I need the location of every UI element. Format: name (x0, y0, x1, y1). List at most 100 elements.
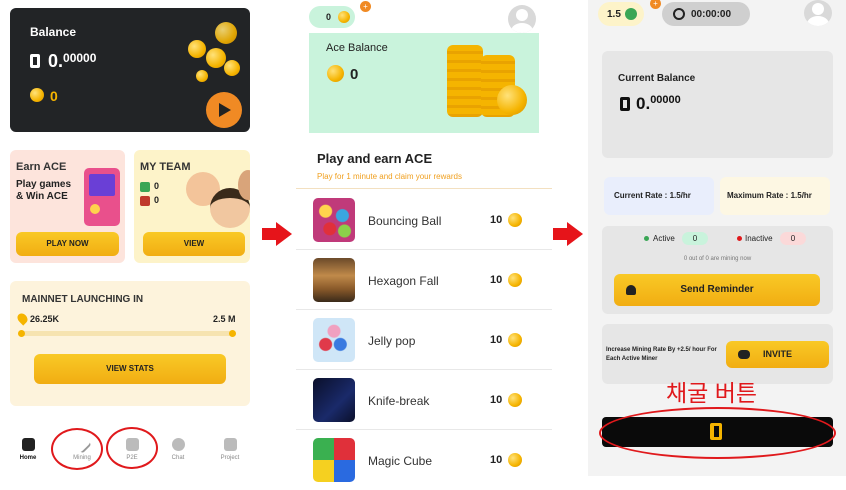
active-dot-icon (644, 236, 649, 241)
invite-button[interactable]: INVITE (726, 341, 829, 368)
game-row[interactable]: Bouncing Ball 10 (296, 190, 552, 250)
game-reward: 10 (490, 454, 503, 466)
coin-icon (508, 273, 522, 287)
chat-icon (171, 438, 185, 451)
send-reminder-button[interactable]: Send Reminder (614, 274, 820, 306)
play-earn-subheading: Play for 1 minute and claim your rewards (317, 172, 462, 181)
send-reminder-label: Send Reminder (680, 284, 754, 295)
view-stats-button[interactable]: VIEW STATS (34, 354, 226, 384)
game-thumbnail (313, 378, 355, 422)
play-earn-heading: Play and earn ACE (317, 151, 433, 166)
maximum-rate-card: Maximum Rate : 1.5/hr (720, 177, 830, 215)
document-icon (223, 438, 237, 451)
game-row[interactable]: Jelly pop 10 (296, 310, 552, 370)
game-thumbnail (313, 438, 355, 482)
flow-arrow (553, 222, 583, 246)
play-now-button[interactable]: PLAY NOW (16, 232, 119, 256)
rate-pill[interactable]: 1.5 + (598, 0, 661, 26)
game-row[interactable]: Magic Cube 10 (296, 430, 552, 490)
inactive-label: Inactive (745, 234, 773, 243)
mining-now-text: 0 out of 0 are mining now (683, 256, 752, 262)
game-row[interactable]: Hexagon Fall 10 (296, 250, 552, 310)
earn-ace-title: Earn ACE (16, 161, 67, 173)
team-count-b: 0 (154, 195, 160, 205)
inactive-dot-icon (737, 236, 742, 241)
earn-ace-card: Earn ACE Play games & Win ACE PLAY NOW (10, 150, 125, 263)
current-balance-card: Current Balance 0.00000 (602, 51, 833, 158)
mainnet-card: MAINNET LAUNCHING IN 26.25K 2.5 M VIEW S… (10, 281, 250, 406)
clock-icon (673, 8, 685, 20)
my-team-card: MY TEAM 0 0 VIEW (134, 150, 250, 263)
avatar[interactable] (804, 0, 832, 26)
mining-screen: 1.5 + 00:00:00 Current Balance 0.00000 C… (588, 0, 846, 476)
my-team-title: MY TEAM (140, 161, 191, 173)
highlight-ring-p2e (106, 427, 158, 469)
ace-count-pill[interactable]: 0 + (309, 1, 371, 28)
earn-ace-line2: & Win ACE (16, 191, 68, 202)
coin-icon (508, 213, 522, 227)
add-icon[interactable]: + (360, 1, 371, 12)
coin-icon (196, 70, 208, 82)
nav-home[interactable]: Home (8, 430, 48, 461)
bell-icon (626, 285, 636, 295)
inactive-shield-icon (140, 196, 150, 206)
ace-logo-icon (620, 97, 630, 111)
view-team-button[interactable]: VIEW (143, 232, 245, 256)
balance-card: Balance 0.00000 0 (10, 8, 250, 132)
timer-value: 00:00:00 (691, 9, 732, 20)
mainnet-title: MAINNET LAUNCHING IN (22, 294, 144, 305)
coin-icon (508, 393, 522, 407)
coin-balance: 0 (50, 88, 58, 104)
nav-chat[interactable]: Chat (158, 430, 198, 461)
mainnet-target: 2.5 M (213, 314, 236, 324)
highlight-ring-mining-button (599, 407, 836, 459)
coin-icon (508, 453, 522, 467)
rate-badge-value: 1.5 (607, 9, 621, 20)
game-name: Knife-break (368, 394, 430, 408)
current-rate-card: Current Rate : 1.5/hr (604, 177, 714, 215)
flow-arrow (262, 222, 292, 246)
coin-icon (338, 11, 350, 23)
avatar[interactable] (508, 5, 536, 33)
balance-title: Balance (30, 25, 77, 39)
balance-amount: 0.00000 (48, 51, 97, 71)
mainnet-current: 26.25K (30, 314, 60, 324)
nav-project[interactable]: Project (210, 430, 250, 461)
current-balance-title: Current Balance (618, 73, 696, 84)
bolt-icon (625, 8, 637, 20)
highlight-ring-mining (51, 428, 103, 470)
game-reward: 10 (490, 274, 503, 286)
coin-icon (327, 65, 344, 82)
maximum-rate: Maximum Rate : 1.5/hr (727, 191, 812, 200)
game-thumbnail (313, 258, 355, 302)
invite-label: INVITE (762, 349, 792, 359)
location-pin-icon (15, 311, 30, 326)
coin-icon (188, 40, 206, 58)
send-button[interactable] (206, 92, 242, 128)
current-rate: Current Rate : 1.5/hr (614, 191, 691, 200)
ace-count: 0 (326, 12, 332, 22)
game-console-icon (84, 168, 120, 226)
coin-icon (497, 85, 527, 115)
game-name: Jelly pop (368, 334, 416, 348)
nav-chat-label: Chat (171, 455, 185, 461)
coin-stack-icon (447, 45, 483, 117)
nav-project-label: Project (220, 455, 240, 461)
active-label: Active (653, 234, 675, 243)
coin-icon (30, 88, 44, 102)
p2e-screen: 0 + Ace Balance 0 Play and earn ACE Play… (296, 0, 552, 482)
home-screen: Balance 0.00000 0 Earn ACE Play games & … (0, 0, 262, 476)
game-reward: 10 (490, 334, 503, 346)
divider (296, 188, 552, 189)
active-count: 0 (682, 232, 708, 245)
coin-icon (215, 22, 237, 44)
add-icon[interactable]: + (650, 0, 661, 9)
mainnet-progress-track (18, 330, 236, 337)
game-row[interactable]: Knife-break 10 (296, 370, 552, 430)
send-arrow-icon (219, 103, 231, 117)
users-icon (738, 350, 750, 359)
ace-balance-card: Ace Balance 0 (309, 33, 539, 133)
coin-icon (224, 60, 240, 76)
game-name: Hexagon Fall (368, 274, 439, 288)
game-name: Magic Cube (368, 454, 433, 468)
